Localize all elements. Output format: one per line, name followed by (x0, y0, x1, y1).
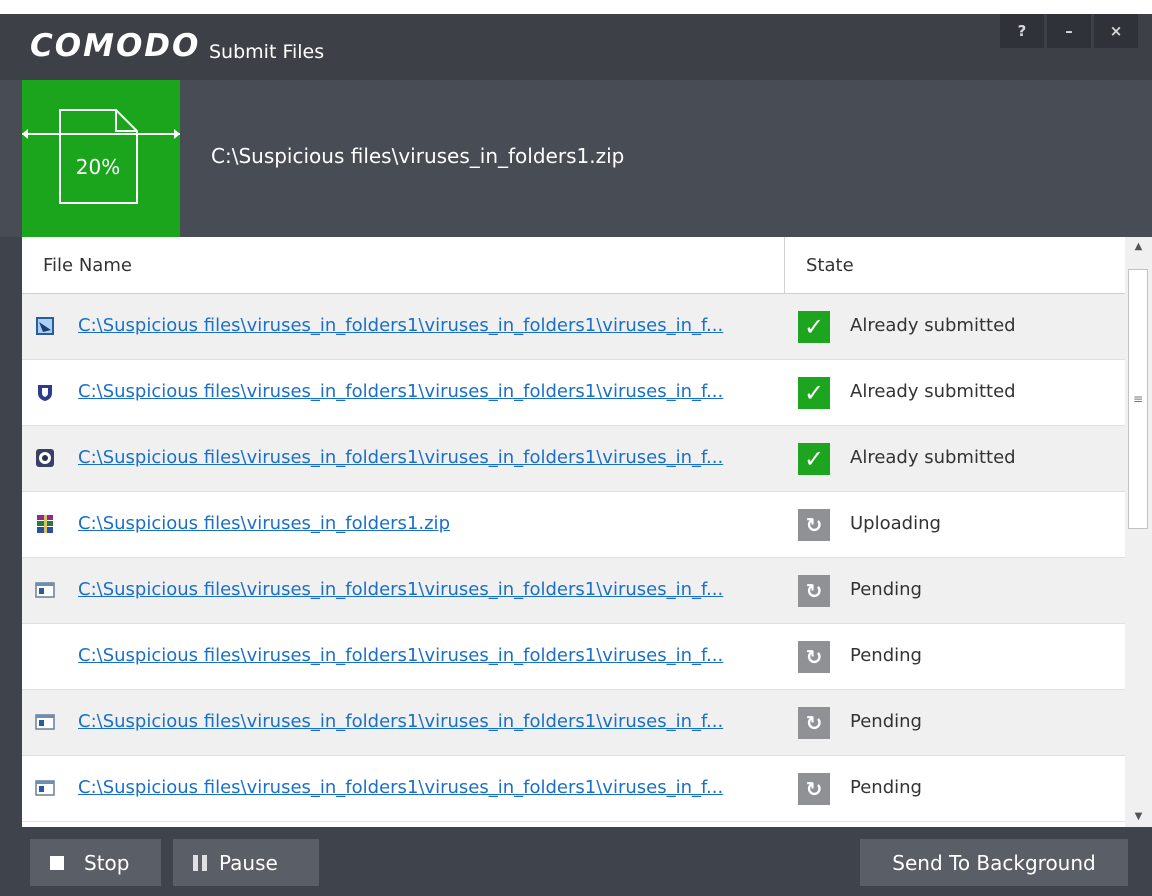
file-state: Pending (850, 777, 922, 798)
title-bar[interactable]: COMODO Submit Files ? – × (0, 14, 1152, 80)
current-file-path: C:\Suspicious files\viruses_in_folders1.… (211, 144, 625, 168)
file-link[interactable]: C:\Suspicious files\viruses_in_folders1\… (78, 381, 723, 402)
refresh-icon: ↻ (798, 575, 830, 607)
footer-bar: Stop Pause Send To Background (0, 827, 1152, 896)
file-link[interactable]: C:\Suspicious files\viruses_in_folders1\… (78, 711, 723, 732)
checkmark-icon: ✓ (798, 311, 830, 343)
pause-label: Pause (219, 850, 278, 875)
archive-file-icon (37, 515, 53, 533)
file-link[interactable]: C:\Suspicious files\viruses_in_folders1.… (78, 513, 450, 534)
file-link[interactable]: C:\Suspicious files\viruses_in_folders1\… (78, 579, 723, 600)
refresh-icon: ↻ (798, 773, 830, 805)
column-header-file-name[interactable]: File Name (43, 255, 132, 276)
image-file-icon (36, 317, 54, 335)
column-header-state[interactable]: State (806, 255, 854, 276)
scroll-up-arrow-icon[interactable]: ▲ (1125, 237, 1152, 257)
progress-header: 20% C:\Suspicious files\viruses_in_folde… (0, 80, 1152, 237)
submit-files-window: COMODO Submit Files ? – × 20% C:\Suspici… (0, 14, 1152, 896)
file-state: Pending (850, 711, 922, 732)
file-link[interactable]: C:\Suspicious files\viruses_in_folders1\… (78, 777, 723, 798)
table-row[interactable]: C:\Suspicious files\viruses_in_folders1.… (22, 492, 1125, 558)
file-link[interactable]: C:\Suspicious files\viruses_in_folders1\… (78, 315, 723, 336)
file-list[interactable]: File Name State C:\Suspicious files\viru… (22, 237, 1125, 827)
file-state: Pending (850, 645, 922, 666)
file-state: Uploading (850, 513, 941, 534)
stop-label: Stop (84, 850, 130, 875)
pause-button[interactable]: Pause (173, 839, 319, 886)
refresh-icon: ↻ (798, 509, 830, 541)
table-row[interactable]: C:\Suspicious files\viruses_in_folders1\… (22, 360, 1125, 426)
table-row[interactable]: C:\Suspicious files\viruses_in_folders1\… (22, 426, 1125, 492)
table-rows: C:\Suspicious files\viruses_in_folders1\… (22, 294, 1125, 822)
window-title: Submit Files (209, 41, 325, 63)
file-state: Already submitted (850, 381, 1016, 402)
minimize-button[interactable]: – (1047, 14, 1091, 48)
file-state: Pending (850, 579, 922, 600)
file-state: Already submitted (850, 447, 1016, 468)
refresh-icon: ↻ (798, 707, 830, 739)
checkmark-icon: ✓ (798, 377, 830, 409)
table-row[interactable]: C:\Suspicious files\viruses_in_folders1\… (22, 624, 1125, 690)
window-file-icon (35, 714, 55, 730)
file-link[interactable]: C:\Suspicious files\viruses_in_folders1\… (78, 447, 723, 468)
progress-percent: 20% (75, 155, 121, 179)
close-button[interactable]: × (1094, 14, 1138, 48)
checkmark-icon: ✓ (798, 443, 830, 475)
app-file-icon (36, 449, 54, 467)
progress-tile: 20% (22, 80, 180, 237)
table-row[interactable]: C:\Suspicious files\viruses_in_folders1\… (22, 294, 1125, 360)
window-controls: ? – × (1000, 14, 1138, 48)
pause-icon (193, 854, 207, 871)
file-link[interactable]: C:\Suspicious files\viruses_in_folders1\… (78, 645, 723, 666)
table-row[interactable]: C:\Suspicious files\viruses_in_folders1\… (22, 558, 1125, 624)
window-file-icon (35, 780, 55, 796)
send-to-background-button[interactable]: Send To Background (860, 839, 1128, 886)
vertical-scrollbar[interactable]: ▲ ≡ ▼ (1125, 237, 1152, 827)
refresh-icon: ↻ (798, 641, 830, 673)
table-row[interactable]: C:\Suspicious files\viruses_in_folders1\… (22, 756, 1125, 822)
shield-file-icon (38, 385, 52, 401)
help-button[interactable]: ? (1000, 14, 1044, 48)
stop-button[interactable]: Stop (30, 839, 161, 886)
file-state: Already submitted (850, 315, 1016, 336)
stop-icon (50, 855, 64, 870)
column-separator[interactable] (784, 237, 785, 293)
scrollbar-thumb[interactable]: ≡ (1128, 269, 1148, 529)
window-file-icon (35, 582, 55, 598)
comodo-logo: COMODO (30, 28, 201, 64)
table-header: File Name State (22, 237, 1125, 294)
table-row[interactable]: C:\Suspicious files\viruses_in_folders1\… (22, 690, 1125, 756)
scroll-down-arrow-icon[interactable]: ▼ (1125, 807, 1152, 827)
